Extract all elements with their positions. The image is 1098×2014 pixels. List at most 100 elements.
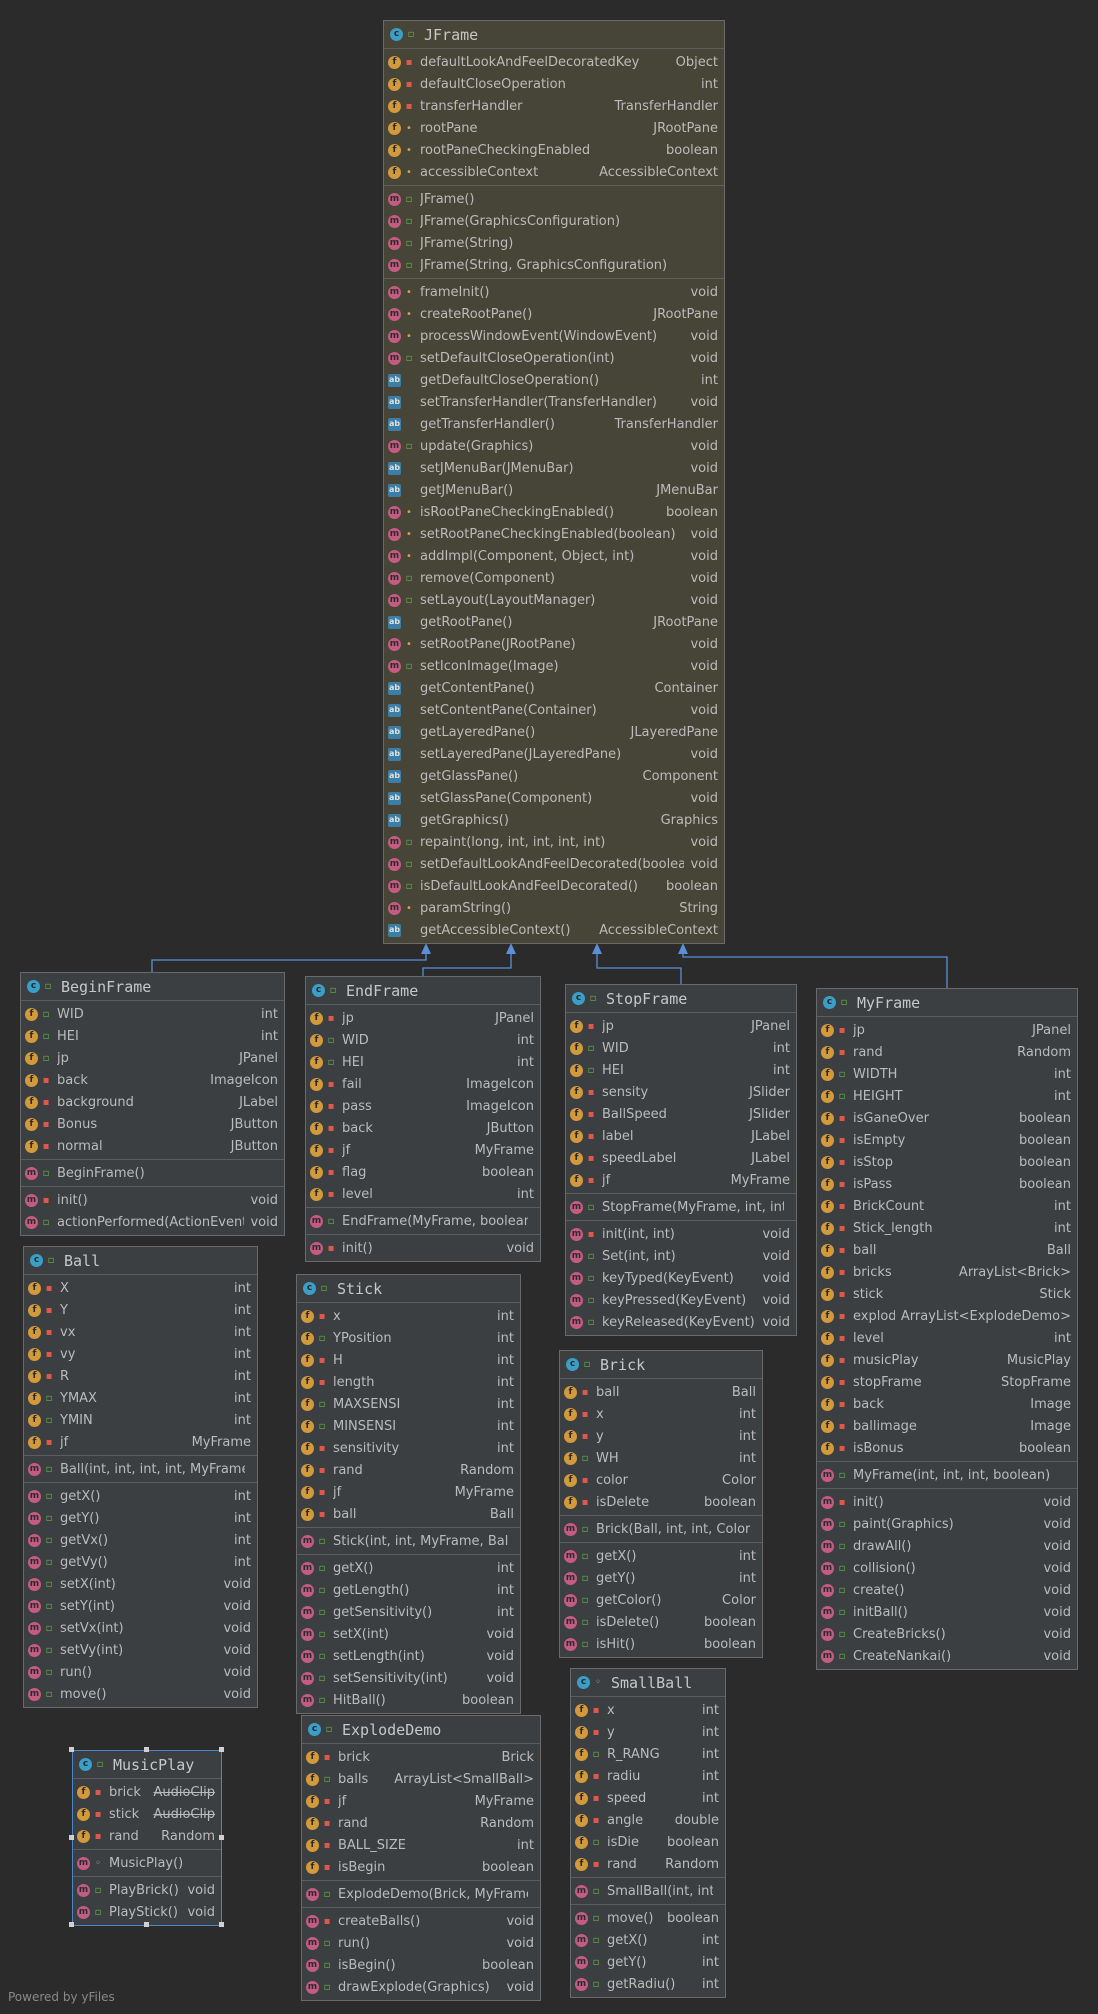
class-node-beginframe[interactable]: c ▫ BeginFrame f ▫ WID int f ▫ HEI int f ▫ jp JPanel f ▪… — [20, 972, 285, 1236]
method-row[interactable]: m ▫ getX() int — [297, 1557, 520, 1579]
field-row[interactable]: f ▫ WID int — [21, 1003, 284, 1025]
method-row[interactable]: ab setGlassPane(Component) void — [384, 787, 724, 809]
constructor-row[interactable]: m ▫ JFrame(GraphicsConfiguration) — [384, 210, 724, 232]
field-row[interactable]: f ▪ label JLabel — [566, 1125, 796, 1147]
field-row[interactable]: f ▪ Rint — [24, 1365, 257, 1387]
method-row[interactable]: m ▫ actionPerformed(ActionEvent) void — [21, 1211, 284, 1233]
method-row[interactable]: m ▫ getY() int — [560, 1567, 762, 1589]
field-row[interactable]: f ▪ ball Ball — [817, 1239, 1077, 1261]
field-row[interactable]: f ▪ x int — [560, 1403, 762, 1425]
class-node-stick[interactable]: c ▫ Stick f ▪ x int f ▫ YPosition int f ▪ Hint f ▪ lengt… — [296, 1274, 521, 1714]
field-row[interactable]: f ▪ defaultCloseOperation int — [384, 73, 724, 95]
method-row[interactable]: m ▫ setVy(int) void — [24, 1639, 257, 1661]
method-row[interactable]: m ▫ drawExplode(Graphics) void — [302, 1976, 540, 1998]
field-row[interactable]: f ▫ YMAX int — [24, 1387, 257, 1409]
method-row[interactable]: m ▫ setX(int) void — [24, 1573, 257, 1595]
field-row[interactable]: f ▪ color Color — [560, 1469, 762, 1491]
method-row[interactable]: m ▫ getY() int — [24, 1507, 257, 1529]
method-row[interactable]: ab setTransferHandler(TransferHandler) voi… — [384, 391, 724, 413]
field-row[interactable]: f ▪ jp JPanel — [306, 1007, 540, 1029]
field-row[interactable]: f ▫ YMIN int — [24, 1409, 257, 1431]
field-row[interactable]: f ▪ BallSpeed JSlider — [566, 1103, 796, 1125]
method-row[interactable]: m ▫ isBegin() boolean — [302, 1954, 540, 1976]
method-row[interactable]: m ▫ HitBall() boolean — [297, 1689, 520, 1711]
field-row[interactable]: f • rootPane JRootPane — [384, 117, 724, 139]
field-row[interactable]: f ▪ jf MyFrame — [24, 1431, 257, 1453]
field-row[interactable]: f ▪ back JButton — [306, 1117, 540, 1139]
method-row[interactable]: m ▫ setLength(int) void — [297, 1645, 520, 1667]
field-row[interactable]: f ▪ speedLabel JLabel — [566, 1147, 796, 1169]
class-node-smallball[interactable]: c ◦ SmallBall f ▪ x int f ▪ y int f ▫ R_RANG int f ▪ radi… — [570, 1668, 726, 1998]
field-row[interactable]: f ▫ WID int — [306, 1029, 540, 1051]
field-row[interactable]: f ▪ y int — [571, 1721, 725, 1743]
field-row[interactable]: f ▪ jp JPanel — [566, 1015, 796, 1037]
method-row[interactable]: m ▫ setVx(int) void — [24, 1617, 257, 1639]
method-row[interactable]: ab getContentPane() Container — [384, 677, 724, 699]
field-row[interactable]: f ▪ BrickCount int — [817, 1195, 1077, 1217]
method-row[interactable]: m ▫ getX() int — [560, 1545, 762, 1567]
method-row[interactable]: ab getJMenuBar() JMenuBar — [384, 479, 724, 501]
field-row[interactable]: f ▪ back Image — [817, 1393, 1077, 1415]
field-row[interactable]: f ▪ bricks ArrayList<Brick> — [817, 1261, 1077, 1283]
method-row[interactable]: m ▫ move() void — [24, 1683, 257, 1705]
method-row[interactable]: m ▫ getRadiu() int — [571, 1973, 725, 1995]
field-row[interactable]: f ▪ Yint — [24, 1299, 257, 1321]
field-row[interactable]: f ▫ jp JPanel — [21, 1047, 284, 1069]
selection-handle[interactable] — [69, 1747, 74, 1752]
field-row[interactable]: f ▪ pass ImageIcon — [306, 1095, 540, 1117]
field-row[interactable]: f ▪ Bonus JButton — [21, 1113, 284, 1135]
method-row[interactable]: ab setJMenuBar(JMenuBar) void — [384, 457, 724, 479]
method-row[interactable]: m ▫ setX(int) void — [297, 1623, 520, 1645]
field-row[interactable]: f ▪ isBegin boolean — [302, 1856, 540, 1878]
method-row[interactable]: m • createRootPane() JRootPane — [384, 303, 724, 325]
method-row[interactable]: ab getRootPane() JRootPane — [384, 611, 724, 633]
method-row[interactable]: m ▫ isDefaultLookAndFeelDecorated() boolean — [384, 875, 724, 897]
field-row[interactable]: f ▪ vy int — [24, 1343, 257, 1365]
field-row[interactable]: f ▪ isBonus boolean — [817, 1437, 1077, 1459]
method-row[interactable]: m ▫ getX() int — [24, 1485, 257, 1507]
method-row[interactable]: m ▫ getY() int — [571, 1951, 725, 1973]
field-row[interactable]: f ▪ isPass boolean — [817, 1173, 1077, 1195]
method-row[interactable]: ab setContentPane(Container) void — [384, 699, 724, 721]
selection-handle[interactable] — [219, 1922, 224, 1927]
field-row[interactable]: f ▫ isDie boolean — [571, 1831, 725, 1853]
field-row[interactable]: f ▪ isStop boolean — [817, 1151, 1077, 1173]
method-row[interactable]: m ▫ keyReleased(KeyEvent) void — [566, 1311, 796, 1333]
method-row[interactable]: m ▫ getX() int — [571, 1929, 725, 1951]
selection-handle[interactable] — [144, 1747, 149, 1752]
field-row[interactable]: f ▪ x int — [571, 1699, 725, 1721]
method-row[interactable]: ab getAccessibleContext() AccessibleContex… — [384, 919, 724, 941]
field-row[interactable]: f ▪ Stick_length int — [817, 1217, 1077, 1239]
selection-handle[interactable] — [69, 1834, 74, 1840]
class-node-brick[interactable]: c ▫ Brick f ▪ ball Ball f ▪ x int f ▪ y int f ▫ WH int f ▪ co… — [559, 1350, 763, 1658]
field-row[interactable]: f ▪ jf MyFrame — [297, 1481, 520, 1503]
method-row[interactable]: m ▪ init() void — [21, 1189, 284, 1211]
field-row[interactable]: f ▪ brick AudioClip — [73, 1781, 221, 1803]
method-row[interactable]: m ▫ paint(Graphics) void — [817, 1513, 1077, 1535]
field-row[interactable]: f ▪ defaultLookAndFeelDecoratedKey Object — [384, 51, 724, 73]
method-row[interactable]: m ▫ setIconImage(Image) void — [384, 655, 724, 677]
constructor-row[interactable]: m ▫ MyFrame(int, int, int, boolean) — [817, 1464, 1077, 1486]
method-row[interactable]: m ▫ getColor() Color — [560, 1589, 762, 1611]
method-row[interactable]: m ▪ init() void — [817, 1491, 1077, 1513]
class-node-endframe[interactable]: c ▫ EndFrame f ▪ jp JPanel f ▫ WID int f ▫ HEI int f ▪ fa… — [305, 976, 541, 1262]
method-row[interactable]: m ▫ CreateBricks() void — [817, 1623, 1077, 1645]
field-row[interactable]: f ▪ brick Brick — [302, 1746, 540, 1768]
field-row[interactable]: f ▪ background JLabel — [21, 1091, 284, 1113]
selection-handle[interactable] — [219, 1834, 224, 1840]
field-row[interactable]: f ▫ HEIGHT int — [817, 1085, 1077, 1107]
field-row[interactable]: f ▪ stick AudioClip — [73, 1803, 221, 1825]
method-row[interactable]: m ▫ keyTyped(KeyEvent) void — [566, 1267, 796, 1289]
class-node-explodedemo[interactable]: c ▫ ExplodeDemo f ▪ brick Brick f ▫ balls ArrayLis… — [301, 1715, 541, 2001]
field-row[interactable]: f ▪ sensity JSlider — [566, 1081, 796, 1103]
method-row[interactable]: m ▫ Set(int, int) void — [566, 1245, 796, 1267]
constructor-row[interactable]: m ▫ StopFrame(MyFrame, int, int) — [566, 1196, 796, 1218]
field-row[interactable]: f ▪ isDelete boolean — [560, 1491, 762, 1513]
field-row[interactable]: f ▫ WIDTH int — [817, 1063, 1077, 1085]
field-row[interactable]: f ▪ rand Random — [817, 1041, 1077, 1063]
field-row[interactable]: f ▪ ball Ball — [297, 1503, 520, 1525]
selection-handle[interactable] — [144, 1922, 149, 1927]
selection-handle[interactable] — [219, 1747, 224, 1752]
constructor-row[interactable]: m ▫ ExplodeDemo(Brick, MyFrame) — [302, 1883, 540, 1905]
method-row[interactable]: ab getGraphics() Graphics — [384, 809, 724, 831]
